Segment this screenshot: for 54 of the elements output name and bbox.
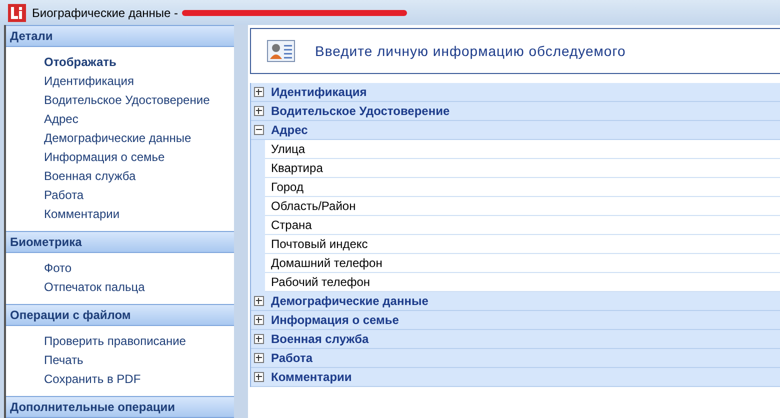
category-label: Водительское Удостоверение [271, 104, 450, 118]
category-label: Комментарии [271, 370, 352, 384]
property-name[interactable]: Город [265, 178, 304, 196]
header-title: Введите личную информацию обследуемого [315, 43, 626, 59]
category-row[interactable]: Информация о семье [251, 311, 780, 330]
expander-icon[interactable] [254, 106, 264, 116]
sidebar-item[interactable]: Адрес [44, 110, 234, 129]
category-row[interactable]: Адрес [251, 121, 780, 140]
category-label: Демографические данные [271, 294, 428, 308]
category-row[interactable]: Комментарии [251, 368, 780, 387]
sidebar-item[interactable]: Фото [44, 259, 234, 278]
property-name[interactable]: Домашний телефон [265, 254, 382, 272]
group-header[interactable]: Дополнительные операции [6, 396, 234, 418]
category-row[interactable]: Идентификация [251, 83, 780, 102]
expander-icon[interactable] [254, 334, 264, 344]
sidebar-item[interactable]: Комментарии [44, 205, 234, 224]
category-row[interactable]: Водительское Удостоверение [251, 102, 780, 121]
category-label: Идентификация [271, 85, 367, 99]
group-header[interactable]: Биометрика [6, 231, 234, 253]
expander-icon[interactable] [254, 125, 264, 135]
category-row[interactable]: Работа [251, 349, 780, 368]
sidebar-item[interactable]: Отпечаток пальца [44, 278, 234, 297]
contact-card-icon [267, 40, 295, 62]
sidebar-item[interactable]: Демографические данные [44, 129, 234, 148]
expander-icon[interactable] [254, 372, 264, 382]
property-name[interactable]: Улица [265, 140, 306, 158]
sidebar-item[interactable]: Проверить правописание [44, 332, 234, 351]
property-name[interactable]: Квартира [265, 159, 323, 177]
expander-icon[interactable] [254, 315, 264, 325]
sidebar-item[interactable]: Работа [44, 186, 234, 205]
category-label: Работа [271, 351, 313, 365]
category-row[interactable]: Демографические данные [251, 292, 780, 311]
sidebar-item[interactable]: Печать [44, 351, 234, 370]
sidebar-item[interactable]: Информация о семье [44, 148, 234, 167]
sidebar-item[interactable]: Идентификация [44, 72, 234, 91]
property-name[interactable]: Область/Район [265, 197, 356, 215]
category-label: Адрес [271, 123, 308, 137]
category-label: Информация о семье [271, 313, 399, 327]
sidebar-item[interactable]: Военная служба [44, 167, 234, 186]
property-name[interactable]: Рабочий телефон [265, 273, 370, 291]
property-name[interactable]: Страна [265, 216, 312, 234]
app-logo-icon [8, 4, 26, 22]
sidebar-item[interactable]: Сохранить в PDF [44, 370, 234, 389]
group-header[interactable]: Детали [6, 25, 234, 47]
sidebar-item[interactable]: Отображать [44, 53, 234, 72]
expander-icon[interactable] [254, 353, 264, 363]
window-title: Биографические данные - [32, 6, 178, 20]
expander-icon[interactable] [254, 296, 264, 306]
category-label: Военная служба [271, 332, 369, 346]
expander-icon[interactable] [254, 87, 264, 97]
category-row[interactable]: Военная служба [251, 330, 780, 349]
property-name[interactable]: Почтовый индекс [265, 235, 368, 253]
group-header[interactable]: Операции с файлом [6, 304, 234, 326]
sidebar-item[interactable]: Водительское Удостоверение [44, 91, 234, 110]
